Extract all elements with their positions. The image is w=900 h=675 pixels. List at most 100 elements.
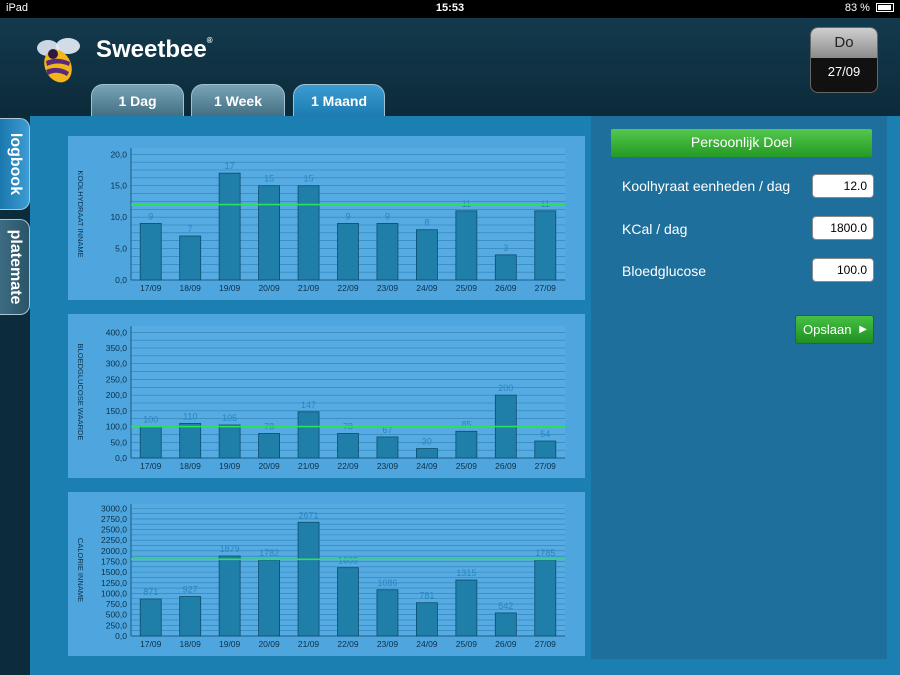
y-tick-label: 0,0 xyxy=(115,631,127,641)
x-tick-label: 21/09 xyxy=(298,283,320,293)
carb-goal-label: Koolhyraat eenheden / dag xyxy=(622,178,791,194)
tab-1-maand[interactable]: 1 Maand xyxy=(293,84,385,119)
bar xyxy=(258,559,280,637)
bar-value-label: 8 xyxy=(424,218,429,228)
x-tick-label: 21/09 xyxy=(298,461,320,471)
bar xyxy=(494,612,517,637)
glucose-goal-input[interactable] xyxy=(812,258,874,282)
bar-value-label: 15 xyxy=(264,174,274,184)
y-tick-label: 0,0 xyxy=(115,453,127,463)
bar-value-label: 105 xyxy=(222,413,237,423)
y-tick-label: 3000,0 xyxy=(101,503,127,513)
chart-carbohydrates: 0,0 5,0 10,0 15,0 20,0 KOOLHYDRAAT INNAME 9 17/… xyxy=(68,136,585,300)
bar xyxy=(297,411,320,459)
bar xyxy=(337,433,359,459)
bar xyxy=(218,424,241,459)
bar-value-label: 3 xyxy=(503,243,508,253)
bar-value-label: 100 xyxy=(143,415,158,425)
bar-value-label: 1785 xyxy=(535,548,555,558)
bar xyxy=(534,440,557,459)
x-tick-label: 24/09 xyxy=(416,283,438,293)
x-tick-label: 18/09 xyxy=(180,283,202,293)
clock: 15:53 xyxy=(435,2,465,14)
save-button[interactable]: Opslaan ▶ xyxy=(795,315,874,344)
side-tab-logbook[interactable]: logbook xyxy=(0,118,30,210)
bar-value-label: 15 xyxy=(304,174,314,184)
bar-value-label: 1315 xyxy=(456,568,476,578)
bar-value-label: 9 xyxy=(345,211,350,221)
x-tick-label: 17/09 xyxy=(140,461,162,471)
bar-value-label: 2671 xyxy=(299,510,319,520)
bar-value-label: 1782 xyxy=(259,548,279,558)
bar xyxy=(139,223,162,281)
bar xyxy=(416,229,438,281)
calorie-chart: 0,0250,0500,0750,01000,01250,01500,01750… xyxy=(76,503,565,649)
y-tick-label: 1250,0 xyxy=(101,578,127,588)
carbohydrate-chart: 0,0 5,0 10,0 15,0 20,0 KOOLHYDRAAT INNAME 9 17/… xyxy=(76,148,565,293)
carb-goal-input[interactable] xyxy=(812,174,874,198)
y-tick-label: 1500,0 xyxy=(101,567,127,577)
bar xyxy=(139,598,162,637)
y-tick-label: 400,0 xyxy=(106,327,128,337)
bar-value-label: 9 xyxy=(148,211,153,221)
y-tick-label: 5,0 xyxy=(115,244,127,254)
x-tick-label: 19/09 xyxy=(219,639,241,649)
goal-header: Persoonlijk Doel xyxy=(611,129,872,157)
bar xyxy=(179,596,202,637)
x-tick-label: 17/09 xyxy=(140,639,162,649)
bar-value-label: 1605 xyxy=(338,556,358,566)
chevron-right-icon: ▶ xyxy=(859,324,867,335)
bar xyxy=(337,223,359,281)
bar xyxy=(416,602,438,637)
bar-value-label: 200 xyxy=(498,383,513,393)
bar xyxy=(297,185,320,281)
x-tick-label: 25/09 xyxy=(456,639,478,649)
y-tick-label: 0,0 xyxy=(115,275,127,285)
battery-indicator: 83 % xyxy=(845,2,894,14)
y-tick-label: 2000,0 xyxy=(101,546,127,556)
kcal-goal-input[interactable] xyxy=(812,216,874,240)
y-tick-label: 2500,0 xyxy=(101,525,127,535)
bar xyxy=(494,254,517,281)
x-tick-label: 25/09 xyxy=(456,461,478,471)
chart-calories: 0,0 250,0 500,0 750,0 1000,0 1250,0 1500,0 1750… xyxy=(68,492,585,656)
app-header: Sweetbee® Do 27/09 1 Dag 1 Week 1 Maand xyxy=(0,18,900,119)
bar-value-label: 9 xyxy=(385,211,390,221)
bar-value-label: 1086 xyxy=(377,578,397,588)
blood-glucose-chart: 0,0 50,0 100,0 150,0 200,0 250,0 300,0 350,0 400… xyxy=(76,326,565,471)
tab-1-dag[interactable]: 1 Dag xyxy=(91,84,184,118)
chart-blood-glucose: 0,0 50,0 100,0 150,0 200,0 250,0 300,0 350,0 400… xyxy=(68,314,585,478)
bar-value-label: 781 xyxy=(419,591,434,601)
y-axis-label: CALORIE INNAME xyxy=(76,538,85,602)
side-tab-platemate[interactable]: platemate xyxy=(0,219,30,315)
bar xyxy=(258,433,280,459)
kcal-goal-label: KCal / dag xyxy=(622,221,688,237)
status-bar: iPad 15:53 83 % xyxy=(0,0,900,18)
side-tab-label: logbook xyxy=(6,132,24,196)
bar-value-label: 1879 xyxy=(220,544,240,554)
date-widget[interactable]: Do 27/09 xyxy=(810,27,878,93)
save-button-label: Opslaan xyxy=(803,322,852,337)
y-tick-label: 350,0 xyxy=(106,343,128,353)
side-tab-label: platemate xyxy=(6,229,24,305)
x-tick-label: 24/09 xyxy=(416,639,438,649)
bar xyxy=(376,436,399,459)
bar xyxy=(218,172,241,281)
tab-1-week[interactable]: 1 Week xyxy=(191,84,285,118)
y-tick-label: 750,0 xyxy=(106,599,128,609)
y-tick-label: 15,0 xyxy=(110,181,127,191)
x-tick-label: 26/09 xyxy=(495,283,517,293)
x-tick-label: 22/09 xyxy=(337,639,359,649)
bar-value-label: 17 xyxy=(225,161,235,171)
bar-value-label: 85 xyxy=(461,419,471,429)
y-axis-label: BLOEDGLUCOSE WAARDE xyxy=(76,344,85,441)
bar xyxy=(455,579,478,637)
y-tick-label: 100,0 xyxy=(106,422,128,432)
y-tick-label: 10,0 xyxy=(110,212,127,222)
y-tick-label: 250,0 xyxy=(106,620,128,630)
bar xyxy=(455,210,478,281)
y-tick-label: 150,0 xyxy=(106,406,128,416)
side-tab-bar: logbook platemate xyxy=(0,116,30,675)
battery-icon xyxy=(876,3,894,12)
bar xyxy=(337,567,359,637)
